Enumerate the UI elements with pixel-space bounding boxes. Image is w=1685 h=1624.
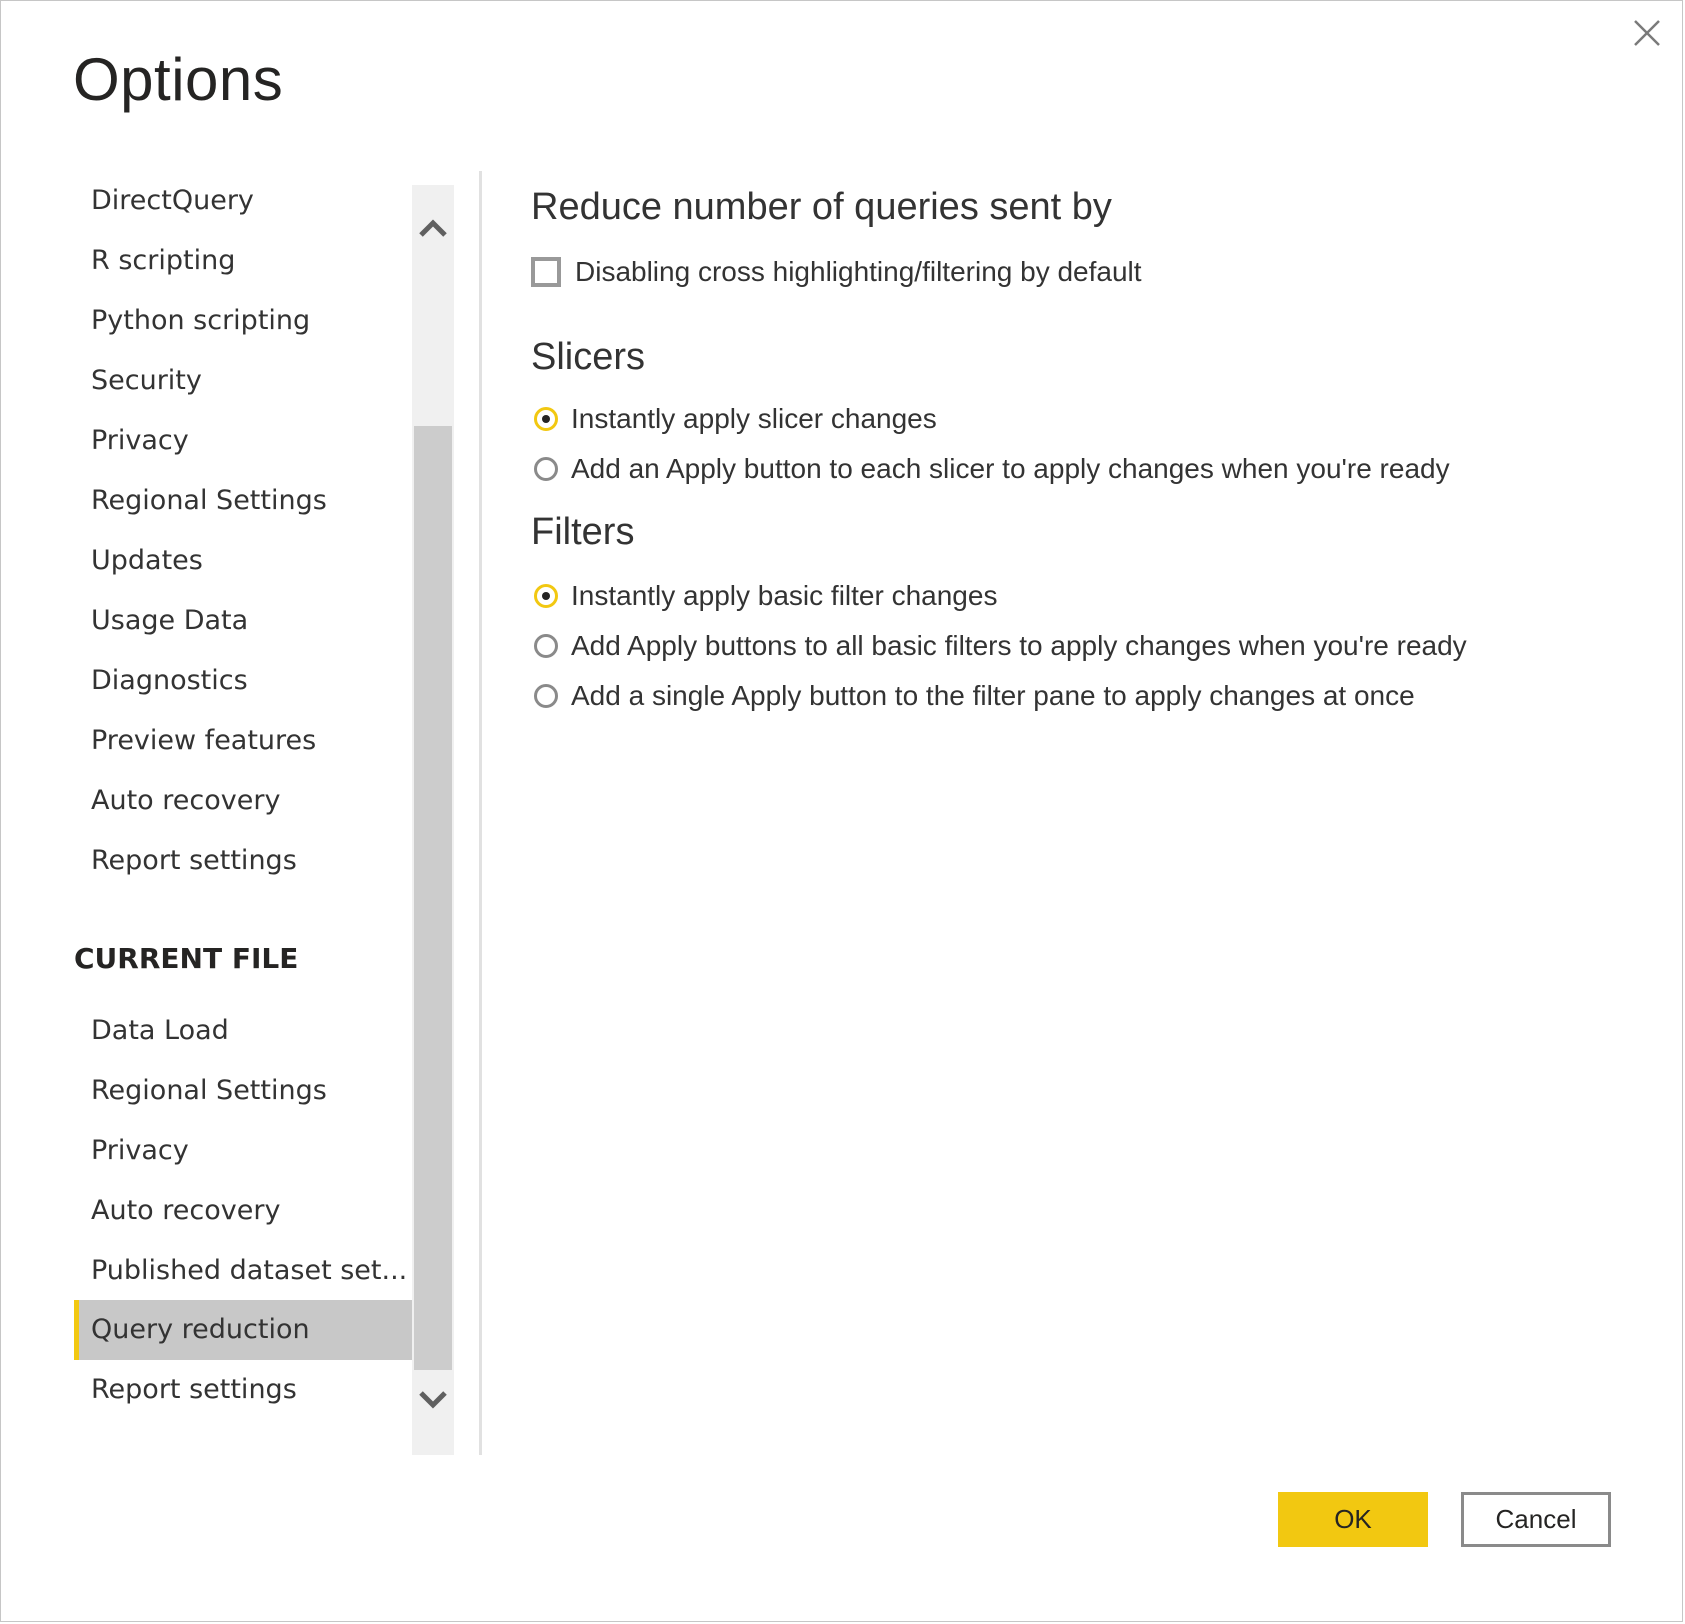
sidebar-scrollbar[interactable]: [412, 185, 454, 1455]
filter-apply-buttons-label: Add Apply buttons to all basic filters t…: [571, 630, 1467, 661]
sidebar-item-file-privacy[interactable]: Privacy: [74, 1121, 412, 1181]
sidebar-item-security[interactable]: Security: [74, 351, 412, 411]
dialog-title: Options: [73, 46, 284, 113]
filter-instant-radio[interactable]: [534, 584, 558, 608]
disable-cross-highlighting-checkbox[interactable]: [531, 257, 561, 287]
sidebar-item-privacy[interactable]: Privacy: [74, 411, 412, 471]
filters-heading: Filters: [531, 511, 635, 553]
filter-option-single-apply[interactable]: Add a single Apply button to the filter …: [531, 676, 1415, 716]
ok-button[interactable]: OK: [1278, 1492, 1428, 1547]
disable-cross-highlighting-option[interactable]: Disabling cross highlighting/filtering b…: [531, 252, 1142, 292]
filter-option-instant[interactable]: Instantly apply basic filter changes: [531, 576, 997, 616]
slicer-instant-label: Instantly apply slicer changes: [571, 403, 937, 434]
slicer-apply-button-radio[interactable]: [534, 457, 558, 481]
sidebar-item-data-load[interactable]: Data Load: [74, 1001, 412, 1061]
reduce-queries-heading: Reduce number of queries sent by: [531, 186, 1112, 228]
slicer-option-instant[interactable]: Instantly apply slicer changes: [531, 399, 937, 439]
options-dialog: Options DirectQuery R scripting Python s…: [0, 0, 1683, 1622]
sidebar-item-report-settings[interactable]: Report settings: [74, 831, 412, 891]
current-file-header: CURRENT FILE: [74, 942, 299, 975]
filter-option-apply-buttons[interactable]: Add Apply buttons to all basic filters t…: [531, 626, 1467, 666]
sidebar-item-r-scripting[interactable]: R scripting: [74, 231, 412, 291]
sidebar-item-preview-features[interactable]: Preview features: [74, 711, 412, 771]
cancel-button[interactable]: Cancel: [1461, 1492, 1611, 1547]
close-button[interactable]: [1629, 15, 1665, 51]
sidebar-item-published-dataset-settings[interactable]: Published dataset set...: [74, 1241, 412, 1301]
slicer-instant-radio[interactable]: [534, 407, 558, 431]
sidebar-item-updates[interactable]: Updates: [74, 531, 412, 591]
filter-instant-label: Instantly apply basic filter changes: [571, 580, 998, 611]
sidebar-item-query-reduction[interactable]: Query reduction: [74, 1300, 412, 1360]
sidebar-item-file-regional-settings[interactable]: Regional Settings: [74, 1061, 412, 1121]
sidebar-item-file-auto-recovery[interactable]: Auto recovery: [74, 1181, 412, 1241]
chevron-down-icon: [419, 1391, 447, 1409]
sidebar-item-file-report-settings[interactable]: Report settings: [74, 1360, 412, 1420]
options-sidebar: DirectQuery R scripting Python scripting…: [74, 171, 412, 1455]
sidebar-item-auto-recovery[interactable]: Auto recovery: [74, 771, 412, 831]
filter-single-apply-label: Add a single Apply button to the filter …: [571, 680, 1415, 711]
sidebar-item-regional-settings[interactable]: Regional Settings: [74, 471, 412, 531]
slicer-option-apply-button[interactable]: Add an Apply button to each slicer to ap…: [531, 449, 1450, 489]
scroll-down-button[interactable]: [412, 1379, 454, 1419]
slicer-apply-button-label: Add an Apply button to each slicer to ap…: [571, 453, 1450, 484]
slicers-heading: Slicers: [531, 336, 646, 378]
scroll-thumb[interactable]: [414, 426, 452, 1370]
sidebar-item-directquery[interactable]: DirectQuery: [74, 171, 412, 231]
sidebar-item-usage-data[interactable]: Usage Data: [74, 591, 412, 651]
scroll-up-button[interactable]: [412, 209, 454, 249]
filter-single-apply-radio[interactable]: [534, 684, 558, 708]
sidebar-item-python-scripting[interactable]: Python scripting: [74, 291, 412, 351]
close-icon: [1634, 20, 1660, 46]
disable-cross-highlighting-label: Disabling cross highlighting/filtering b…: [575, 256, 1142, 287]
pane-divider: [479, 171, 482, 1455]
filter-apply-buttons-radio[interactable]: [534, 634, 558, 658]
sidebar-item-diagnostics[interactable]: Diagnostics: [74, 651, 412, 711]
chevron-up-icon: [419, 219, 447, 237]
